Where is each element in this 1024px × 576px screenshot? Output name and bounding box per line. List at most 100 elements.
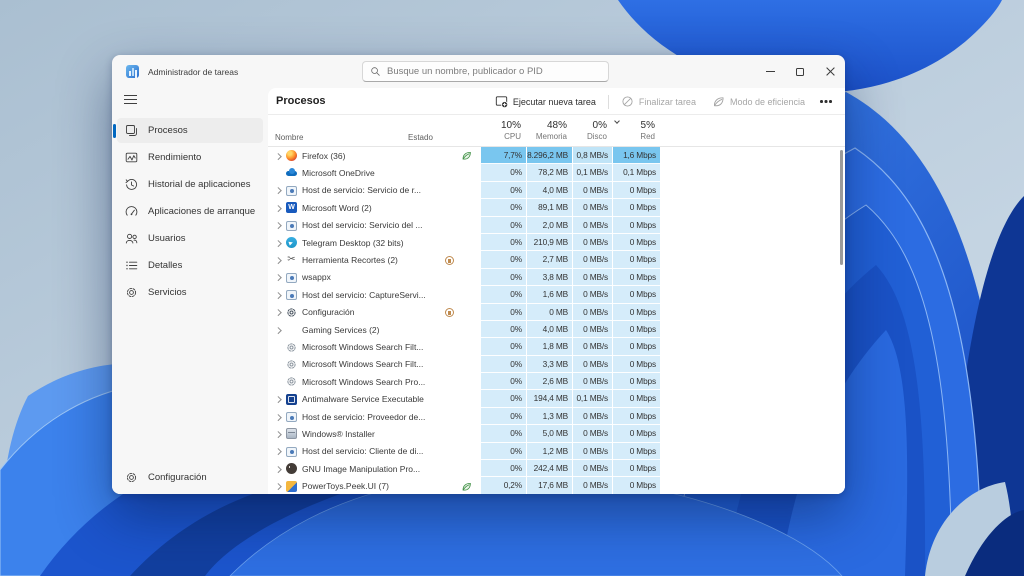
disk-value-cell: 0 MB/s [572, 217, 612, 234]
row-filler [660, 373, 845, 390]
column-header-estado[interactable]: Estado [408, 133, 480, 146]
expand-chevron-icon[interactable] [274, 447, 283, 456]
table-row-windows-installer[interactable]: Windows® Installer0%5,0 MB0 MB/s0 Mbps [268, 425, 845, 442]
column-header-memoria[interactable]: 48%Memoria [526, 115, 572, 146]
table-row-microsoft-onedrive[interactable]: Microsoft OneDrive0%78,2 MB0,1 MB/s0,1 M… [268, 164, 845, 181]
network-value-cell: 1,6 Mbps [612, 147, 660, 164]
maximize-button[interactable] [785, 55, 815, 88]
process-status-cell [408, 147, 480, 164]
expand-chevron-icon[interactable] [274, 290, 283, 299]
cpu-value-cell: 0% [480, 408, 526, 425]
expand-chevron-icon[interactable] [274, 308, 283, 317]
details-icon [125, 259, 138, 272]
expand-chevron-icon[interactable] [274, 238, 283, 247]
memory-value-cell: 17,6 MB [526, 477, 572, 494]
close-button[interactable] [815, 55, 845, 88]
network-value-cell: 0 Mbps [612, 321, 660, 338]
table-row-microsoft-windows-search-pro[interactable]: Microsoft Windows Search Pro...0%2,6 MB0… [268, 373, 845, 390]
table-row-telegram-desktop-32-bits[interactable]: Telegram Desktop (32 bits)0%210,9 MB0 MB… [268, 234, 845, 251]
table-row-microsoft-windows-search-filt[interactable]: Microsoft Windows Search Filt...0%1,8 MB… [268, 338, 845, 355]
table-row-herramienta-recortes-2[interactable]: Herramienta Recortes (2)0%2,7 MB0 MB/s0 … [268, 251, 845, 268]
new-task-icon [495, 95, 508, 108]
disk-value-cell: 0,8 MB/s [572, 147, 612, 164]
table-row-microsoft-windows-search-filt[interactable]: Microsoft Windows Search Filt...0%3,3 MB… [268, 356, 845, 373]
service-app-icon [286, 412, 297, 422]
expand-chevron-icon[interactable] [274, 256, 283, 265]
sidebar-item-detalles[interactable]: Detalles [117, 253, 263, 278]
expand-chevron-icon[interactable] [274, 482, 283, 491]
memory-value-cell: 78,2 MB [526, 164, 572, 181]
expand-chevron-icon[interactable] [274, 325, 283, 334]
column-header-nombre[interactable]: Nombre [268, 133, 408, 146]
table-row-gaming-services-2[interactable]: Gaming Services (2)0%4,0 MB0 MB/s0 Mbps [268, 321, 845, 338]
expand-chevron-icon[interactable] [274, 273, 283, 282]
table-row-powertoys-peek-ui-7[interactable]: PowerToys.Peek.UI (7)0,2%17,6 MB0 MB/s0 … [268, 477, 845, 494]
memory-value-cell: 242,4 MB [526, 460, 572, 477]
network-value-cell: 0 Mbps [612, 217, 660, 234]
process-name: Antimalware Service Executable [302, 394, 424, 404]
expand-chevron-icon[interactable] [274, 151, 283, 160]
network-value-cell: 0 Mbps [612, 460, 660, 477]
sidebar-item-procesos[interactable]: Procesos [117, 118, 263, 143]
process-name-cell: wsappx [268, 269, 408, 286]
end-task-button[interactable]: Finalizar tarea [613, 91, 704, 113]
column-header-cpu[interactable]: 10%CPU [480, 115, 526, 146]
efficiency-mode-button[interactable]: Modo de eficiencia [704, 91, 813, 113]
sidebar-item-configuracion[interactable]: Configuración [117, 465, 263, 490]
table-row-antimalware-service-executable[interactable]: Antimalware Service Executable0%194,4 MB… [268, 390, 845, 407]
column-header-red[interactable]: 5%Red [612, 115, 660, 146]
table-row-host-del-servicio-captureservi[interactable]: Host del servicio: CaptureServi...0%1,6 … [268, 286, 845, 303]
hamburger-menu-button[interactable] [124, 95, 137, 104]
memory-value-cell: 194,4 MB [526, 390, 572, 407]
sidebar-item-aplicaciones-de-arranque[interactable]: Aplicaciones de arranque [117, 199, 263, 224]
cpu-value-cell: 0% [480, 443, 526, 460]
sidebar-nav: ProcesosRendimiento Historial de aplicaci… [112, 118, 268, 307]
search-box[interactable] [362, 61, 609, 82]
sidebar-item-historial-de-aplicaciones[interactable]: Historial de aplicaciones [117, 172, 263, 197]
table-row-microsoft-word-2[interactable]: Microsoft Word (2)0%89,1 MB0 MB/s0 Mbps [268, 199, 845, 216]
processes-toolbar: Procesos Ejecutar nueva tarea Finalizar … [268, 88, 845, 115]
memory-value-cell: 2,7 MB [526, 251, 572, 268]
column-header-disco[interactable]: 0%Disco [572, 115, 612, 146]
cpu-value-cell: 0% [480, 373, 526, 390]
table-row-host-de-servicio-servicio-de-r[interactable]: Host de servicio: Servicio de r...0%4,0 … [268, 182, 845, 199]
memory-value-cell: 4,0 MB [526, 321, 572, 338]
startup-icon [125, 205, 138, 218]
process-name: Microsoft Windows Search Filt... [302, 359, 423, 369]
sidebar-item-rendimiento[interactable]: Rendimiento [117, 145, 263, 170]
table-row-host-del-servicio-cliente-de-di[interactable]: Host del servicio: Cliente de di...0%1,2… [268, 443, 845, 460]
more-options-button[interactable] [813, 91, 839, 113]
table-row-firefox-36[interactable]: Firefox (36)7,7%8.296,2 MB0,8 MB/s1,6 Mb… [268, 147, 845, 164]
table-row-configuracion[interactable]: Configuración0%0 MB0 MB/s0 Mbps [268, 304, 845, 321]
service-app-icon [286, 221, 297, 231]
process-name: wsappx [302, 272, 331, 282]
process-name: Host de servicio: Proveedor de... [302, 412, 425, 422]
expand-chevron-icon[interactable] [274, 221, 283, 230]
network-value-cell: 0 Mbps [612, 199, 660, 216]
service-app-icon [286, 273, 297, 283]
expand-chevron-icon[interactable] [274, 429, 283, 438]
run-new-task-button[interactable]: Ejecutar nueva tarea [487, 91, 604, 113]
disk-value-cell: 0,1 MB/s [572, 390, 612, 407]
service-app-icon [286, 447, 297, 457]
table-row-gnu-image-manipulation-pro[interactable]: GNU Image Manipulation Pro...0%242,4 MB0… [268, 460, 845, 477]
table-row-wsappx[interactable]: wsappx0%3,8 MB0 MB/s0 Mbps [268, 269, 845, 286]
efficiency-mode-label: Modo de eficiencia [730, 97, 805, 107]
search-input[interactable] [387, 66, 601, 77]
table-row-host-de-servicio-proveedor-de[interactable]: Host de servicio: Proveedor de...0%1,3 M… [268, 408, 845, 425]
sidebar-item-usuarios[interactable]: Usuarios [117, 226, 263, 251]
minimize-button[interactable] [755, 55, 785, 88]
expand-chevron-icon[interactable] [274, 464, 283, 473]
sidebar-item-label: Historial de aplicaciones [148, 179, 250, 190]
expand-chevron-icon[interactable] [274, 203, 283, 212]
sidebar-item-servicios[interactable]: Servicios [117, 280, 263, 305]
end-task-icon [621, 95, 634, 108]
disk-value-cell: 0 MB/s [572, 477, 612, 494]
expand-chevron-icon[interactable] [274, 395, 283, 404]
process-name-cell: Antimalware Service Executable [268, 390, 408, 407]
vertical-scrollbar-thumb[interactable] [840, 150, 843, 265]
table-row-host-del-servicio-servicio-del[interactable]: Host del servicio: Servicio del ...0%2,0… [268, 217, 845, 234]
expand-chevron-icon[interactable] [274, 412, 283, 421]
expand-chevron-icon[interactable] [274, 186, 283, 195]
leaf-icon [712, 95, 725, 108]
